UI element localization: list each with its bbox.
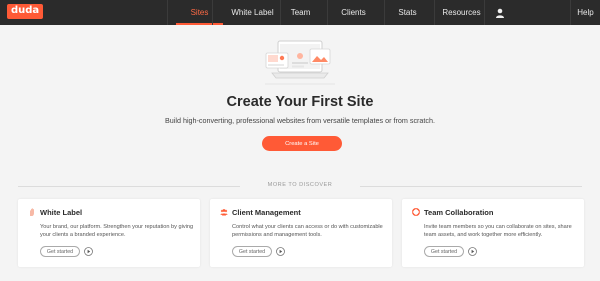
hero-title: Create Your First Site <box>226 94 374 110</box>
nav-stats[interactable]: Stats <box>384 0 430 25</box>
card-client-management: Client Management Control what your clie… <box>210 199 392 267</box>
card-description: Your brand, our platform. Strengthen you… <box>40 224 194 238</box>
top-nav: duda Sites White Label Team Clients Stat… <box>0 0 600 25</box>
create-site-button[interactable]: Create a Site <box>262 136 342 151</box>
hand-icon <box>30 208 34 216</box>
nav-resources[interactable]: Resources <box>434 0 488 25</box>
more-to-discover-label: MORE TO DISCOVER <box>267 182 333 188</box>
card-title: White Label <box>40 208 83 217</box>
user-icon <box>495 8 504 18</box>
get-started-button[interactable]: Get started <box>232 246 272 257</box>
card-description: Invite team members so you can collabora… <box>424 224 572 238</box>
get-started-button[interactable]: Get started <box>424 246 464 257</box>
get-started-button[interactable]: Get started <box>40 246 80 257</box>
card-white-label: White Label Your brand, our platform. St… <box>18 199 200 267</box>
divider-left <box>18 186 240 187</box>
duda-logo[interactable]: duda <box>7 4 44 19</box>
card-team-collaboration: Team Collaboration Invite team members s… <box>402 199 584 267</box>
nav-team[interactable]: Team <box>280 0 320 25</box>
card-description: Control what your clients can access or … <box>232 224 383 238</box>
card-title: Team Collaboration <box>424 208 494 217</box>
play-video-icon[interactable] <box>276 247 285 256</box>
play-video-icon[interactable] <box>468 247 477 256</box>
lifebuoy-icon <box>412 208 420 216</box>
nav-help[interactable]: Help <box>570 0 600 25</box>
nav-clients[interactable]: Clients <box>327 0 379 25</box>
play-video-icon[interactable] <box>84 247 93 256</box>
people-icon <box>220 209 228 216</box>
website-builder-illustration <box>265 40 335 85</box>
hero-subtitle: Build high-converting, professional webs… <box>164 116 436 125</box>
divider-right <box>360 186 582 187</box>
nav-user[interactable] <box>484 0 514 25</box>
card-title: Client Management <box>232 208 301 217</box>
